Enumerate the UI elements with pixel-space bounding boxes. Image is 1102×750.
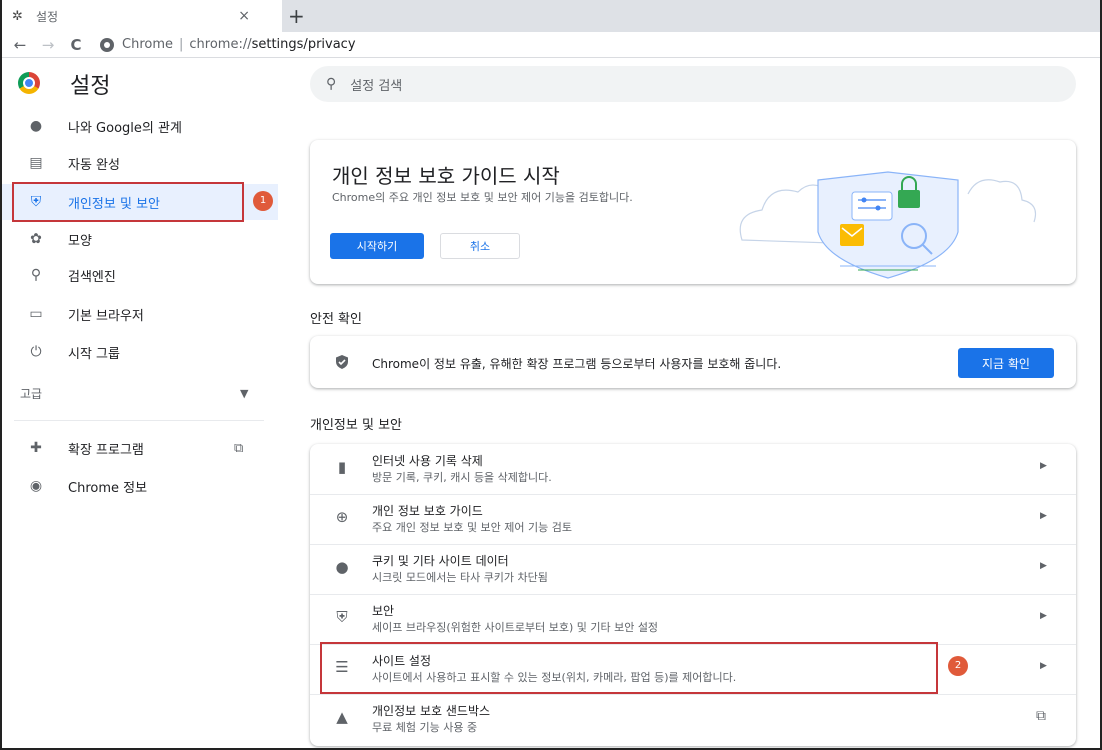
guide-title: 개인 정보 보호 가이드 시작 [332,164,560,188]
highlight-box [320,642,938,694]
start-guide-button[interactable]: 시작하기 [330,233,424,259]
sidebar-item-label: 시작 그룹 [68,346,120,362]
sidebar-item-autofill[interactable]: ▤ 자동 완성 [2,145,278,181]
new-tab-button[interactable]: + [288,4,305,28]
sidebar-item-appearance[interactable]: ✿ 모양 [2,221,278,257]
safety-check-card: Chrome이 정보 유출, 유해한 확장 프로그램 등으로부터 사용자를 보호… [310,336,1076,388]
toolbar: ← → C Chrome | chrome://settings/privacy [2,32,1100,58]
row-title: 인터넷 사용 기록 삭제 [372,454,483,468]
search-placeholder: 설정 검색 [350,78,403,94]
sidebar-advanced[interactable]: 고급 ▼ [2,376,278,410]
power-icon: ⏻ [30,344,42,360]
safety-check-heading: 안전 확인 [310,312,362,327]
step-badge-2: 2 [948,656,968,676]
sidebar-item-label: Chrome 정보 [68,480,148,496]
sidebar-item-label: 자동 완성 [68,157,120,173]
search-settings-input[interactable]: ⚲ 설정 검색 [310,66,1076,102]
privacy-settings-list: ▮ 인터넷 사용 기록 삭제 방문 기록, 쿠키, 캐시 등을 삭제합니다. ▶… [310,444,1076,746]
safety-shield-icon [336,355,348,369]
trash-icon: ▮ [337,458,347,476]
sidebar-item-label: 확장 프로그램 [68,442,144,458]
guide-description: Chrome의 주요 개인 정보 보호 및 보안 제어 기능을 검토합니다. [332,191,633,204]
chrome-logo [18,72,40,94]
search-icon: ⚲ [326,76,337,92]
reload-button[interactable]: C [66,36,86,54]
gear-icon: ✲ [12,8,23,24]
row-security[interactable]: ⛨ 보안 세이프 브라우징(위험한 사이트로부터 보호) 및 기타 보안 설정 … [310,594,1076,644]
page-title: 설정 [70,74,111,99]
browser-icon: ▭ [29,306,43,322]
tab-strip: ✲ 설정 × + [2,0,1100,32]
arrow-right-icon: ▶ [1040,511,1047,521]
cookie-icon: ● [335,558,349,576]
cancel-guide-button[interactable]: 취소 [440,233,520,259]
sidebar-item-label: 기본 브라우저 [68,308,144,324]
step-badge-1: 1 [253,191,273,211]
url-path: settings/privacy [251,37,356,52]
url-prefix: chrome:// [189,37,252,52]
privacy-guide-illustration [739,171,1037,279]
address-bar[interactable]: Chrome | chrome://settings/privacy [100,37,356,52]
browser-window: ✲ 설정 × + ← → C Chrome | chrome://setting… [0,0,1102,750]
forward-button[interactable]: → [38,36,58,54]
row-subtitle: 주요 개인 정보 보호 및 보안 제어 기능 검토 [372,521,573,534]
search-icon: ⚲ [30,267,42,283]
privacy-section-heading: 개인정보 및 보안 [310,418,402,433]
arrow-right-icon: ▶ [1040,611,1047,621]
row-title: 개인 정보 보호 가이드 [372,504,483,518]
privacy-guide-card: 개인 정보 보호 가이드 시작 Chrome의 주요 개인 정보 보호 및 보안… [310,140,1076,284]
row-subtitle: 세이프 브라우징(위험한 사이트로부터 보호) 및 기타 보안 설정 [372,621,659,634]
arrow-right-icon: ▶ [1040,561,1047,571]
open-external-icon: ⧉ [234,440,244,456]
row-privacy-guide[interactable]: ⊕ 개인 정보 보호 가이드 주요 개인 정보 보호 및 보안 제어 기능 검토… [310,494,1076,544]
row-title: 개인정보 보호 샌드박스 [372,704,491,718]
sidebar-item-about-chrome[interactable]: ◉ Chrome 정보 [2,468,278,504]
guide-icon: ⊕ [335,508,349,526]
row-title: 보안 [372,604,395,618]
tab-settings[interactable]: ✲ 설정 × [2,0,282,32]
sidebar-item-search-engine[interactable]: ⚲ 검색엔진 [2,257,278,293]
arrow-right-icon: ▶ [1040,661,1047,671]
omnibox-separator: | [179,37,184,52]
sidebar-item-default-browser[interactable]: ▭ 기본 브라우저 [2,296,278,332]
back-button[interactable]: ← [10,36,30,54]
url-text: chrome://settings/privacy [189,37,355,52]
puzzle-icon: ✚ [30,440,42,456]
row-subtitle: 방문 기록, 쿠키, 캐시 등을 삭제합니다. [372,471,552,484]
row-title: 쿠키 및 기타 사이트 데이터 [372,554,509,568]
sidebar-item-label: 나와 Google의 관계 [68,120,182,136]
security-shield-icon: ⛨ [336,608,348,626]
check-now-button[interactable]: 지금 확인 [958,348,1054,378]
arrow-right-icon: ▶ [1040,461,1047,471]
advanced-label: 고급 [20,386,43,401]
flask-icon: ▲ [336,708,348,726]
site-label: Chrome [122,37,173,52]
chrome-icon: ◉ [29,478,43,494]
row-clear-browsing-data[interactable]: ▮ 인터넷 사용 기록 삭제 방문 기록, 쿠키, 캐시 등을 삭제합니다. ▶ [310,444,1076,494]
sidebar-item-label: 모양 [68,233,92,249]
row-subtitle: 시크릿 모드에서는 타사 쿠키가 차단됨 [372,571,548,584]
sidebar-item-you-and-google[interactable]: ● 나와 Google의 관계 [2,108,278,144]
row-privacy-sandbox[interactable]: ▲ 개인정보 보호 샌드박스 무료 체험 기능 사용 중 ⧉ [310,694,1076,744]
row-subtitle: 무료 체험 기능 사용 중 [372,721,478,734]
open-external-icon: ⧉ [1036,708,1046,724]
row-cookies[interactable]: ● 쿠키 및 기타 사이트 데이터 시크릿 모드에서는 타사 쿠키가 차단됨 ▶ [310,544,1076,594]
chrome-site-icon [100,37,114,52]
sidebar-item-label: 검색엔진 [68,269,116,285]
highlight-box [12,182,244,222]
sidebar-divider [14,420,264,421]
sidebar-item-extensions[interactable]: ✚ 확장 프로그램 ⧉ [2,430,278,466]
safety-check-text: Chrome이 정보 유출, 유해한 확장 프로그램 등으로부터 사용자를 보호… [372,357,782,371]
chevron-down-icon: ▼ [240,386,249,400]
autofill-icon: ▤ [29,155,43,171]
sidebar-item-on-startup[interactable]: ⏻ 시작 그룹 [2,334,278,370]
tab-title: 설정 [36,9,59,24]
person-icon: ● [29,118,43,134]
close-icon[interactable]: × [238,8,250,24]
palette-icon: ✿ [30,231,42,247]
